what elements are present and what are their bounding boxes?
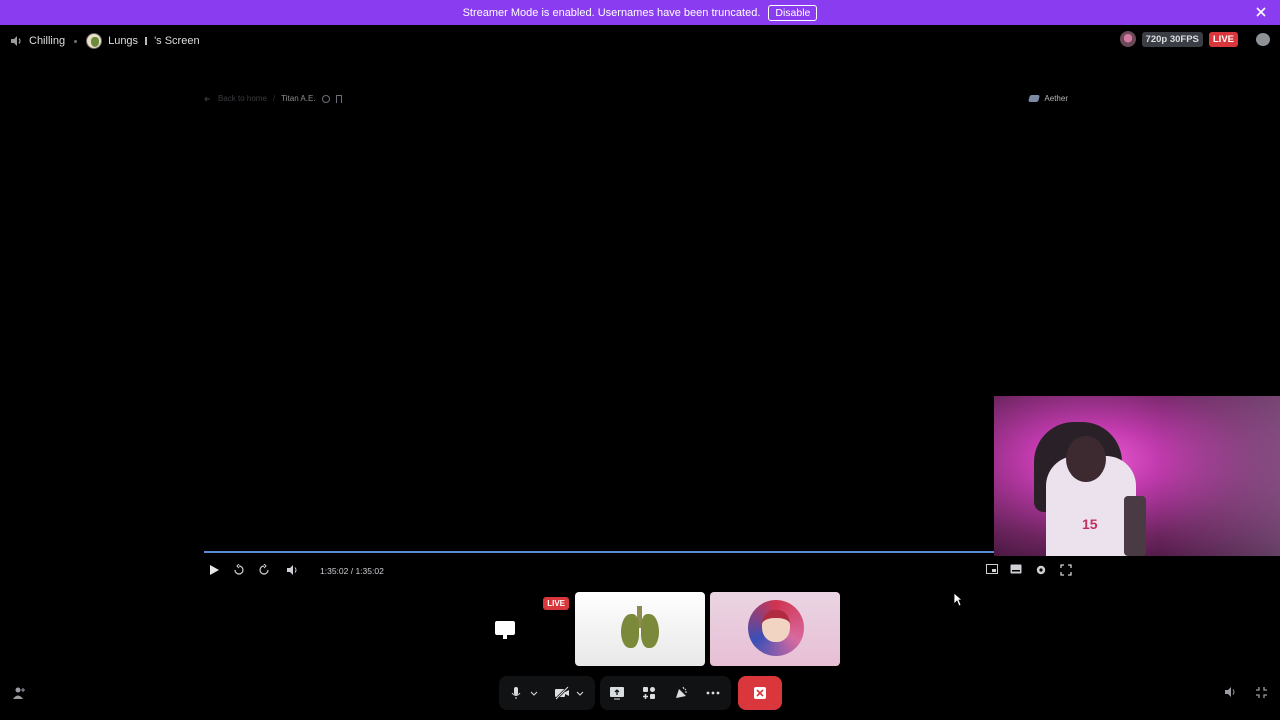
arrow-left-icon: [204, 96, 210, 101]
webcam-glow: [1160, 396, 1280, 556]
more-options-icon[interactable]: [705, 685, 721, 701]
fullscreen-icon[interactable]: [1060, 564, 1072, 576]
picture-in-picture-icon[interactable]: [986, 564, 998, 574]
settings-gear-icon[interactable]: [1035, 564, 1047, 576]
participant-tile-gg[interactable]: [710, 592, 840, 666]
info-icon[interactable]: [321, 94, 330, 103]
mouse-cursor-icon: [953, 592, 963, 607]
volume-icon[interactable]: [286, 564, 299, 576]
gg-avatar-face: [762, 610, 790, 642]
brand-name: Aether: [1044, 94, 1068, 103]
monitor-icon: [495, 621, 515, 639]
chevron-down-icon[interactable]: [575, 685, 585, 701]
speaker-icon: [11, 36, 21, 46]
media-title: Titan A.E.: [281, 94, 316, 103]
rewind-10-icon[interactable]: [233, 564, 245, 576]
brand: Aether: [1028, 94, 1068, 103]
webcam-overlay[interactable]: [994, 396, 1280, 556]
exit-fullscreen-icon[interactable]: [1255, 686, 1268, 699]
close-icon[interactable]: [1254, 5, 1268, 19]
lungs-avatar-right: [641, 614, 659, 648]
share-screen-icon[interactable]: [609, 685, 625, 701]
separator-dot: [74, 39, 78, 43]
back-to-home-link[interactable]: Back to home: [218, 94, 267, 103]
disconnect-button[interactable]: [738, 676, 782, 710]
streamer-mode-message: Streamer Mode is enabled. Usernames have…: [462, 6, 761, 19]
end-call-icon: [754, 687, 766, 699]
webcam-bottle: [1124, 496, 1146, 556]
lungs-avatar-left: [621, 614, 639, 648]
invite-people-icon[interactable]: [12, 686, 26, 700]
mic-pin-icon: [145, 37, 148, 45]
camera-off-icon[interactable]: [554, 685, 570, 701]
participant-tile-lungs[interactable]: [575, 592, 705, 666]
playback-time: 1:35:02 / 1:35:02: [320, 566, 384, 576]
screen-share-tile[interactable]: LIVE: [440, 592, 570, 666]
tile-live-badge: LIVE: [543, 597, 569, 610]
soundboard-icon[interactable]: [673, 685, 689, 701]
chevron-down-icon[interactable]: [529, 685, 539, 701]
streamer-name: Lungs: [108, 35, 139, 47]
viewer-avatar[interactable]: [1119, 31, 1136, 47]
breadcrumb: Back to home / Titan A.E.: [204, 94, 342, 103]
player-controls: 1:35:02 / 1:35:02: [204, 562, 1076, 580]
progress-bar[interactable]: [204, 551, 994, 553]
call-header: Chilling Lungs 's Screen 720p 30FPS LIVE: [0, 25, 1280, 57]
breadcrumb-separator: /: [272, 94, 276, 103]
voice-channel-name[interactable]: Chilling: [29, 35, 65, 47]
activities-icon[interactable]: [641, 685, 657, 701]
stream-title-suffix: 's Screen: [154, 35, 200, 47]
forward-10-icon[interactable]: [258, 564, 270, 576]
stream-quality-badge: 720p 30FPS: [1141, 31, 1203, 47]
audio-video-controls: [499, 676, 595, 710]
subtitles-icon[interactable]: [1010, 564, 1022, 574]
microphone-icon[interactable]: [508, 685, 524, 701]
bookmark-icon[interactable]: [335, 94, 342, 103]
streamer-mode-banner: Streamer Mode is enabled. Usernames have…: [0, 0, 1280, 25]
live-badge: LIVE: [1208, 31, 1238, 47]
call-actions: [600, 676, 731, 710]
aether-logo-icon: [1028, 95, 1041, 102]
shared-screen-player: Back to home / Titan A.E. Aether 1:35:02…: [204, 88, 1076, 588]
webcam-head: [1066, 436, 1106, 482]
streamer-avatar: [86, 33, 103, 49]
chat-icon[interactable]: [1256, 32, 1270, 46]
stream-volume-icon[interactable]: [1224, 686, 1237, 698]
play-icon[interactable]: [209, 564, 220, 576]
disable-streamer-mode-button[interactable]: Disable: [768, 4, 818, 21]
